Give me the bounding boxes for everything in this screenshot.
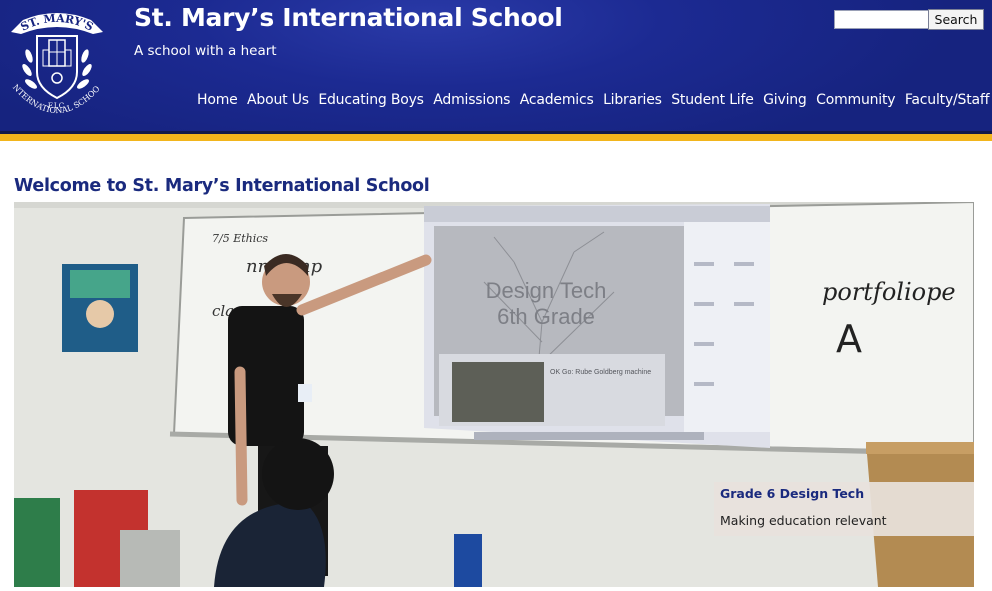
slide-caption-title[interactable]: Grade 6 Design Tech xyxy=(720,486,864,501)
nav-about-us[interactable]: About Us xyxy=(247,92,309,108)
nav-faculty-staff[interactable]: Faculty/Staff xyxy=(905,92,990,108)
svg-text:ST. MARY'S: ST. MARY'S xyxy=(19,12,96,34)
nav-giving[interactable]: Giving xyxy=(763,92,807,108)
board-text-portfolio: portfoliope xyxy=(822,278,956,306)
logo-text-top: ST. MARY'S xyxy=(19,12,96,34)
nav-student-life[interactable]: Student Life xyxy=(671,92,754,108)
search-input[interactable] xyxy=(834,10,930,29)
nav-home[interactable]: Home xyxy=(197,92,238,108)
slide-caption[interactable]: Grade 6 Design Tech Making education rel… xyxy=(714,482,974,536)
screen-card-title: OK Go: Rube Goldberg machine xyxy=(550,369,651,376)
site-title[interactable]: St. Mary’s International School xyxy=(134,3,563,32)
nav-community[interactable]: Community xyxy=(816,92,895,108)
hero-slideshow[interactable]: Design Tech 6th Grade OK Go: Rube Goldbe… xyxy=(14,202,974,587)
main-navigation: Home About Us Educating Boys Admissions … xyxy=(197,92,990,108)
nav-academics[interactable]: Academics xyxy=(520,92,594,108)
nav-admissions[interactable]: Admissions xyxy=(433,92,510,108)
page-title: Welcome to St. Mary’s International Scho… xyxy=(14,176,430,196)
nav-educating-boys[interactable]: Educating Boys xyxy=(318,92,424,108)
nav-libraries[interactable]: Libraries xyxy=(603,92,662,108)
site-tagline: A school with a heart xyxy=(134,43,277,59)
board-text-ethics: 7/5 Ethics xyxy=(212,232,268,245)
screen-title-line1: Design Tech xyxy=(486,278,607,303)
search-button[interactable]: Search xyxy=(928,9,984,30)
school-crest-logo[interactable]: ST. MARY'S F.I.C. INTERNATIONAL SCHOOL xyxy=(5,6,109,126)
site-header: ST. MARY'S F.I.C. INTERNATIONAL SCHOOL S… xyxy=(0,0,992,131)
screen-title-line2: 6th Grade xyxy=(497,304,595,329)
slide-caption-text: Making education relevant xyxy=(720,513,887,528)
header-divider-gold xyxy=(0,134,992,141)
board-text-grade: A xyxy=(836,317,862,361)
